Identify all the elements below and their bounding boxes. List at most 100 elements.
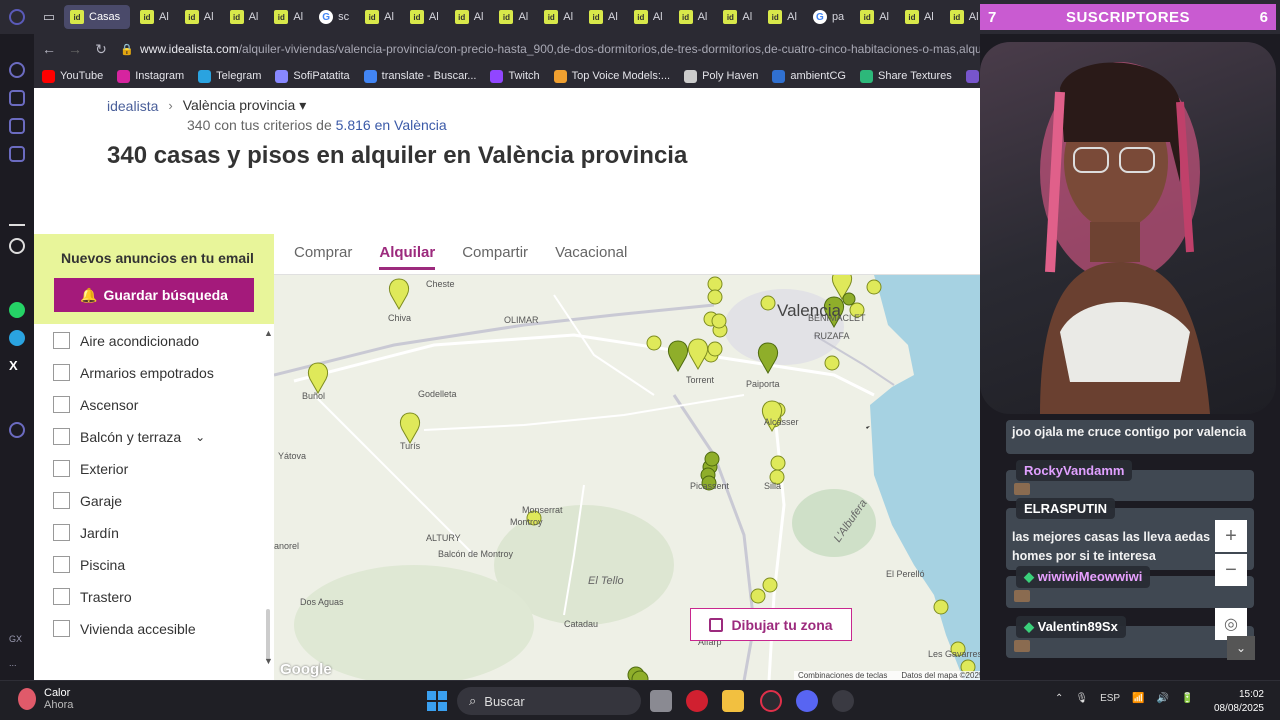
volume-icon[interactable]: 🔊 <box>1157 693 1169 704</box>
bookmark-item[interactable]: Top Voice Models:... <box>553 69 670 83</box>
wifi-icon[interactable]: 📶 <box>1132 693 1144 704</box>
browser-tab[interactable]: id Al <box>854 5 895 29</box>
tab-comprar[interactable]: Comprar <box>294 244 352 270</box>
browser-tab[interactable]: id Al <box>628 5 669 29</box>
filter-checkbox[interactable] <box>53 428 70 445</box>
microphone-icon[interactable]: 🎙 <box>1075 693 1088 704</box>
url-field[interactable]: www.idealista.com/alquiler-viviendas/val… <box>140 42 980 56</box>
whatsapp-icon[interactable] <box>9 302 25 318</box>
browser-tab[interactable]: id Al <box>224 5 265 29</box>
language-indicator[interactable]: ESP <box>1100 693 1120 704</box>
scroll-up-icon[interactable]: ▲ <box>264 328 273 338</box>
browser-tab[interactable]: id Al <box>538 5 579 29</box>
bookmark-item[interactable]: Poly Haven <box>684 69 758 83</box>
sidebar-more-icon[interactable]: ... <box>9 658 17 668</box>
filter-option[interactable]: Ascensor <box>53 396 138 413</box>
gx-label[interactable]: GX <box>9 634 22 644</box>
browser-tab[interactable]: id Al <box>404 5 445 29</box>
scroll-down-icon[interactable]: ▼ <box>264 656 273 666</box>
aria-icon[interactable] <box>9 210 25 226</box>
browser-tab[interactable]: id Al <box>583 5 624 29</box>
collapse-icon[interactable]: ⌄ <box>1227 636 1255 660</box>
clock[interactable]: 15:02 08/08/2025 <box>1212 688 1264 716</box>
file-explorer-icon[interactable] <box>722 690 744 712</box>
filter-option[interactable]: Vivienda accesible <box>53 620 196 637</box>
messenger-icon[interactable] <box>9 90 25 106</box>
browser-tab[interactable]: id Al <box>449 5 490 29</box>
tab-alquilar[interactable]: Alquilar <box>379 244 436 270</box>
chatgpt-icon[interactable] <box>9 238 25 254</box>
breadcrumb-home[interactable]: idealista <box>107 98 158 114</box>
filter-option[interactable]: Garaje <box>53 492 122 509</box>
browser-tab[interactable]: id Al <box>268 5 309 29</box>
bookmark-item[interactable]: Telegram <box>198 69 261 83</box>
map-footer-link[interactable]: Combinaciones de teclas <box>798 671 887 680</box>
browser-tab[interactable]: id Al <box>493 5 534 29</box>
browser-tab[interactable]: Gpa <box>807 5 850 29</box>
filter-checkbox[interactable] <box>53 556 70 573</box>
bookmark-item[interactable]: SofiPatatita <box>275 69 350 83</box>
filter-checkbox[interactable] <box>53 332 70 349</box>
battery-icon[interactable]: 🔋 <box>1181 693 1193 704</box>
bookmark-item[interactable]: ambientCG <box>772 69 846 83</box>
opera-gx-icon[interactable] <box>760 690 782 712</box>
map[interactable]: Cheste OLIMAR Chiva Godelleta Buñol Yáto… <box>274 274 980 680</box>
filter-option[interactable]: Aire acondicionado <box>53 332 199 349</box>
browser-tab[interactable]: id Al <box>762 5 803 29</box>
tab-compartir[interactable]: Compartir <box>462 244 528 270</box>
reload-icon[interactable]: ↻ <box>90 38 112 60</box>
draw-zone-button[interactable]: Dibujar tu zona <box>690 608 852 641</box>
workspace-icon[interactable]: ▭ <box>34 5 64 29</box>
start-button-icon[interactable] <box>427 691 447 711</box>
chat-username[interactable]: RockyVandamm <box>1016 460 1133 481</box>
bookmark-item[interactable]: Twitch <box>490 69 540 83</box>
filter-option[interactable]: Exterior <box>53 460 128 477</box>
filter-option[interactable]: Armarios empotrados <box>53 364 214 381</box>
filter-checkbox[interactable] <box>53 460 70 477</box>
browser-tab[interactable]: id Al <box>359 5 400 29</box>
chat-username[interactable]: ◆ wiwiwiMeowwiwi <box>1016 566 1151 588</box>
filter-option[interactable]: Piscina <box>53 556 125 573</box>
chevron-up-icon[interactable]: ⌃ <box>1055 693 1063 704</box>
total-link[interactable]: 5.816 en València <box>336 117 447 133</box>
filter-option[interactable]: Trastero <box>53 588 132 605</box>
chevron-down-icon[interactable]: ⌄ <box>195 430 205 444</box>
filter-checkbox[interactable] <box>53 524 70 541</box>
filter-checkbox[interactable] <box>53 620 70 637</box>
bookmark-item[interactable]: Share Textures <box>859 69 952 83</box>
browser-tab[interactable]: id Al <box>673 5 714 29</box>
save-search-button[interactable]: 🔔 Guardar búsqueda <box>54 278 254 312</box>
taskbar-search[interactable]: ⌕ Buscar <box>457 687 641 715</box>
flow-icon[interactable] <box>9 62 25 78</box>
zoom-out-button[interactable]: − <box>1215 554 1247 586</box>
telegram-icon[interactable] <box>9 330 25 346</box>
bookmark-item[interactable]: translate - Buscar... <box>363 69 476 83</box>
history-icon[interactable] <box>9 422 25 438</box>
x-icon[interactable]: X <box>9 358 25 374</box>
filter-checkbox[interactable] <box>53 364 70 381</box>
weather-widget[interactable]: Calor Ahora <box>18 687 73 711</box>
back-arrow-icon[interactable]: ← <box>38 38 60 60</box>
chat-username[interactable]: ◆ Valentin89Sx <box>1016 616 1126 638</box>
filter-checkbox[interactable] <box>53 396 70 413</box>
map-footer-link[interactable]: Datos del mapa ©2025 Google, Inst. Geogr… <box>901 671 980 680</box>
breadcrumb-region[interactable]: València provincia ▾ <box>183 97 307 114</box>
browser-tab[interactable]: id Casas <box>64 5 130 29</box>
app-icon[interactable] <box>832 690 854 712</box>
chat-username[interactable]: ELRASPUTIN <box>1016 498 1116 519</box>
browser-tab[interactable]: id Al <box>134 5 175 29</box>
browser-tab[interactable]: id Al <box>717 5 758 29</box>
browser-tab[interactable]: id Al <box>944 5 985 29</box>
tab-vacacional[interactable]: Vacacional <box>555 244 627 270</box>
forward-arrow-icon[interactable]: → <box>64 38 86 60</box>
filter-checkbox[interactable] <box>53 588 70 605</box>
browser-tab[interactable]: id Al <box>179 5 220 29</box>
filter-option[interactable]: Balcón y terraza ⌄ <box>53 428 205 445</box>
filter-checkbox[interactable] <box>53 492 70 509</box>
mail-icon[interactable] <box>9 146 25 162</box>
task-view-icon[interactable] <box>650 690 672 712</box>
lock-icon[interactable]: 🔒 <box>120 43 136 56</box>
opera-menu-icon[interactable] <box>0 0 34 34</box>
filter-option[interactable]: Jardín <box>53 524 119 541</box>
browser-tab[interactable]: Gsc <box>313 5 355 29</box>
